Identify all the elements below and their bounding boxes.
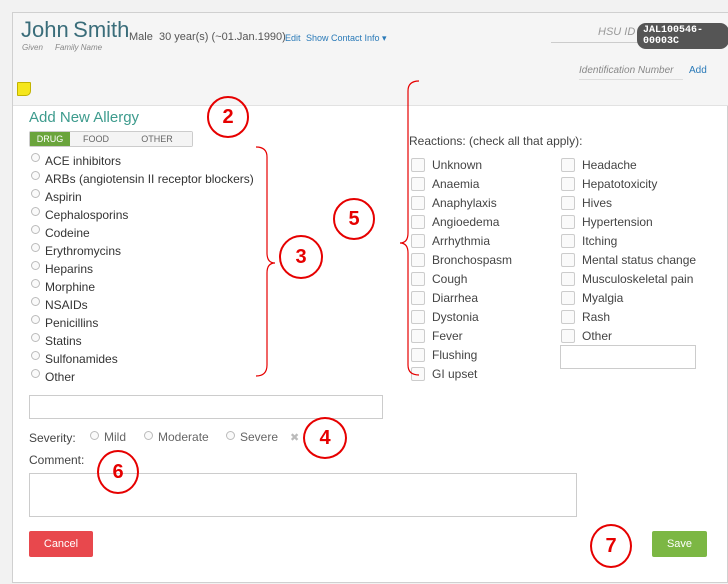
radio-button[interactable] [90, 430, 99, 440]
radio-button[interactable] [144, 430, 153, 440]
severity-mild[interactable]: Mild [90, 430, 126, 444]
comment-label: Comment: [29, 453, 85, 467]
severity-moderate[interactable]: Moderate [144, 430, 209, 444]
annotation-circle-7: 7 [590, 524, 632, 568]
severity-option-label: Severe [240, 430, 279, 444]
severity-option-label: Mild [104, 430, 127, 444]
annotation-circle-4: 4 [303, 417, 347, 459]
clear-severity-icon[interactable]: ✖ [290, 431, 299, 444]
severity-label: Severity: [29, 431, 76, 445]
annotation-circle-2: 2 [207, 96, 249, 138]
annotation-circle-6: 6 [97, 450, 139, 494]
radio-button[interactable] [226, 430, 235, 440]
severity-option-label: Moderate [158, 430, 209, 444]
annotation-circle-3: 3 [279, 235, 323, 279]
severity-severe[interactable]: Severe [226, 430, 278, 444]
annotation-circle-5: 5 [333, 198, 375, 240]
bracket-drug-list [255, 146, 276, 377]
cancel-button[interactable]: Cancel [29, 531, 93, 557]
bracket-reactions [399, 80, 420, 376]
allergy-form-window: John Smith Given Family Name Male 30 yea… [12, 12, 728, 583]
save-button[interactable]: Save [652, 531, 707, 557]
